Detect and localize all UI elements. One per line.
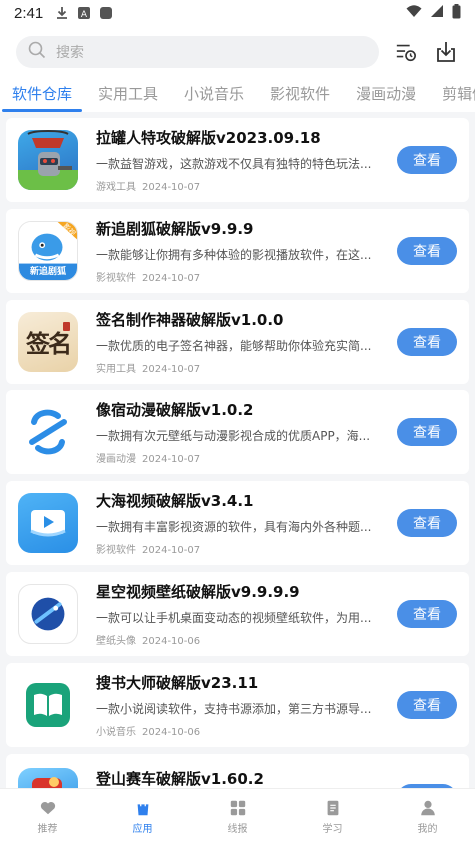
heart-icon bbox=[40, 801, 55, 814]
app-title: 拉罐人特攻破解版v2023.09.18 bbox=[96, 129, 321, 147]
search-input[interactable]: 搜索 bbox=[16, 36, 379, 68]
history-list-icon[interactable] bbox=[393, 39, 419, 65]
wifi-icon bbox=[406, 4, 422, 22]
app-date: 2024-10-07 bbox=[142, 454, 201, 466]
list-item[interactable]: 搜书大师破解版v23.11 一款小说阅读软件，支持书源添加，第三方书源导... … bbox=[6, 662, 469, 747]
app-date: 2024-10-07 bbox=[142, 545, 201, 557]
tab-editing[interactable]: 剪辑修 bbox=[442, 83, 475, 112]
view-button[interactable]: 查看 bbox=[397, 599, 457, 628]
font-status-icon: A bbox=[77, 6, 91, 20]
can-hero-game-icon bbox=[18, 130, 78, 190]
view-button[interactable]: 查看 bbox=[397, 236, 457, 265]
open-book-icon bbox=[18, 674, 78, 735]
app-category: 影视软件 bbox=[96, 272, 136, 284]
nav-news[interactable]: 线报 bbox=[190, 789, 285, 844]
list-item[interactable]: 影视 新追剧狐 新追剧狐破解版v9.9.9 一款能够让你拥有多种体验的影视播放软… bbox=[6, 208, 469, 293]
icon-caption-text: 新追剧狐 bbox=[29, 266, 66, 277]
status-bar: 2:41 A bbox=[0, 0, 475, 26]
search-row: 搜索 bbox=[0, 26, 475, 78]
drama-fox-icon: 影视 新追剧狐 bbox=[18, 220, 78, 281]
book-icon bbox=[327, 800, 338, 815]
app-description: 一款拥有丰富影视资源的软件，具有海内外各种题... bbox=[96, 520, 372, 535]
app-date: 2024-10-06 bbox=[142, 726, 201, 738]
list-item[interactable]: 星空视频壁纸破解版v9.9.9.9 一款可以让手机桌面变动态的视频壁纸软件，为用… bbox=[6, 571, 469, 656]
nav-label: 应用 bbox=[132, 823, 153, 835]
category-tabs: 软件仓库 实用工具 小说音乐 影视软件 漫画动漫 剪辑修 bbox=[0, 78, 475, 112]
app-title: 搜书大师破解版v23.11 bbox=[96, 673, 259, 692]
view-button[interactable]: 查看 bbox=[397, 327, 457, 356]
list-item[interactable]: 像宿动漫破解版v1.0.2 一款拥有次元壁纸与动漫影视合成的优质APP，海...… bbox=[6, 390, 469, 475]
app-description: 一款拥有次元壁纸与动漫影视合成的优质APP，海... bbox=[96, 429, 371, 444]
app-title: 签名制作神器破解版v1.0.0 bbox=[96, 310, 284, 329]
tab-novel-music[interactable]: 小说音乐 bbox=[184, 83, 244, 112]
nav-label: 线报 bbox=[227, 823, 248, 835]
bottom-nav: 推荐 应用 线报 学习 我的 bbox=[0, 788, 475, 844]
search-placeholder: 搜索 bbox=[56, 45, 84, 61]
nav-label: 推荐 bbox=[37, 823, 58, 835]
app-description: 一款能够让你拥有多种体验的影视播放软件，在这... bbox=[96, 247, 372, 262]
starry-wallpaper-icon bbox=[18, 583, 78, 644]
bag-icon bbox=[137, 800, 148, 815]
view-button[interactable]: 查看 bbox=[397, 509, 457, 538]
app-title: 星空视频壁纸破解版v9.9.9.9 bbox=[96, 582, 300, 601]
view-button[interactable]: 查看 bbox=[397, 690, 457, 719]
video-play-icon bbox=[18, 493, 78, 554]
nav-label: 我的 bbox=[417, 823, 438, 835]
grid-icon bbox=[230, 800, 245, 815]
app-description: 一款小说阅读软件，支持书源添加，第三方书源导... bbox=[96, 701, 372, 716]
app-category: 漫画动漫 bbox=[96, 454, 136, 466]
tab-utilities[interactable]: 实用工具 bbox=[98, 83, 158, 112]
app-category: 游戏工具 bbox=[96, 182, 136, 193]
view-button[interactable]: 查看 bbox=[397, 418, 457, 447]
download-status-icon bbox=[55, 6, 69, 20]
search-icon bbox=[28, 41, 46, 63]
nav-learn[interactable]: 学习 bbox=[285, 789, 380, 844]
tab-video-apps[interactable]: 影视软件 bbox=[270, 83, 330, 112]
tab-software-repo[interactable]: 软件仓库 bbox=[1, 83, 83, 112]
seal-mark bbox=[63, 321, 70, 331]
app-description: 一款益智游戏，这款游戏不仅具有独特的特色玩法... bbox=[96, 157, 372, 171]
person-icon bbox=[420, 800, 435, 815]
app-date: 2024-10-07 bbox=[142, 363, 201, 375]
app-title: 大海视频破解版v3.4.1 bbox=[96, 492, 254, 511]
anime-s-logo-icon bbox=[18, 402, 78, 463]
nav-apps[interactable]: 应用 bbox=[95, 789, 190, 844]
app-date: 2024-10-06 bbox=[142, 635, 201, 647]
list-item[interactable]: 签名 签名制作神器破解版v1.0.0 一款优质的电子签名神器，能够帮助你体验充实… bbox=[6, 299, 469, 384]
tab-comics-anime[interactable]: 漫画动漫 bbox=[356, 83, 416, 112]
list-item[interactable]: 拉罐人特攻破解版v2023.09.18 一款益智游戏，这款游戏不仅具有独特的特色… bbox=[6, 118, 469, 202]
app-list: 拉罐人特攻破解版v2023.09.18 一款益智游戏，这款游戏不仅具有独特的特色… bbox=[0, 112, 475, 838]
signal-icon bbox=[430, 4, 444, 22]
app-category: 壁纸头像 bbox=[96, 635, 136, 647]
nav-recommend[interactable]: 推荐 bbox=[0, 789, 95, 844]
app-status-icon bbox=[99, 6, 113, 20]
download-manager-icon[interactable] bbox=[433, 39, 459, 65]
app-date: 2024-10-07 bbox=[142, 182, 201, 193]
app-title: 像宿动漫破解版v1.0.2 bbox=[96, 401, 254, 420]
app-category: 小说音乐 bbox=[96, 726, 136, 738]
nav-mine[interactable]: 我的 bbox=[380, 789, 475, 844]
signature-maker-icon: 签名 bbox=[18, 311, 78, 372]
app-title: 新追剧狐破解版v9.9.9 bbox=[96, 219, 254, 238]
app-date: 2024-10-07 bbox=[142, 272, 201, 284]
battery-icon bbox=[452, 3, 461, 23]
status-time: 2:41 bbox=[14, 4, 44, 22]
nav-label: 学习 bbox=[322, 823, 343, 835]
app-category: 实用工具 bbox=[96, 363, 136, 375]
list-item[interactable]: 大海视频破解版v3.4.1 一款拥有丰富影视资源的软件，具有海内外各种题... … bbox=[6, 481, 469, 566]
view-button[interactable]: 查看 bbox=[397, 146, 457, 174]
app-category: 影视软件 bbox=[96, 545, 136, 557]
svg-text:A: A bbox=[81, 10, 88, 20]
app-description: 一款可以让手机桌面变动态的视频壁纸软件，为用... bbox=[96, 610, 372, 625]
app-description: 一款优质的电子签名神器，能够帮助你体验充实简... bbox=[96, 338, 372, 353]
